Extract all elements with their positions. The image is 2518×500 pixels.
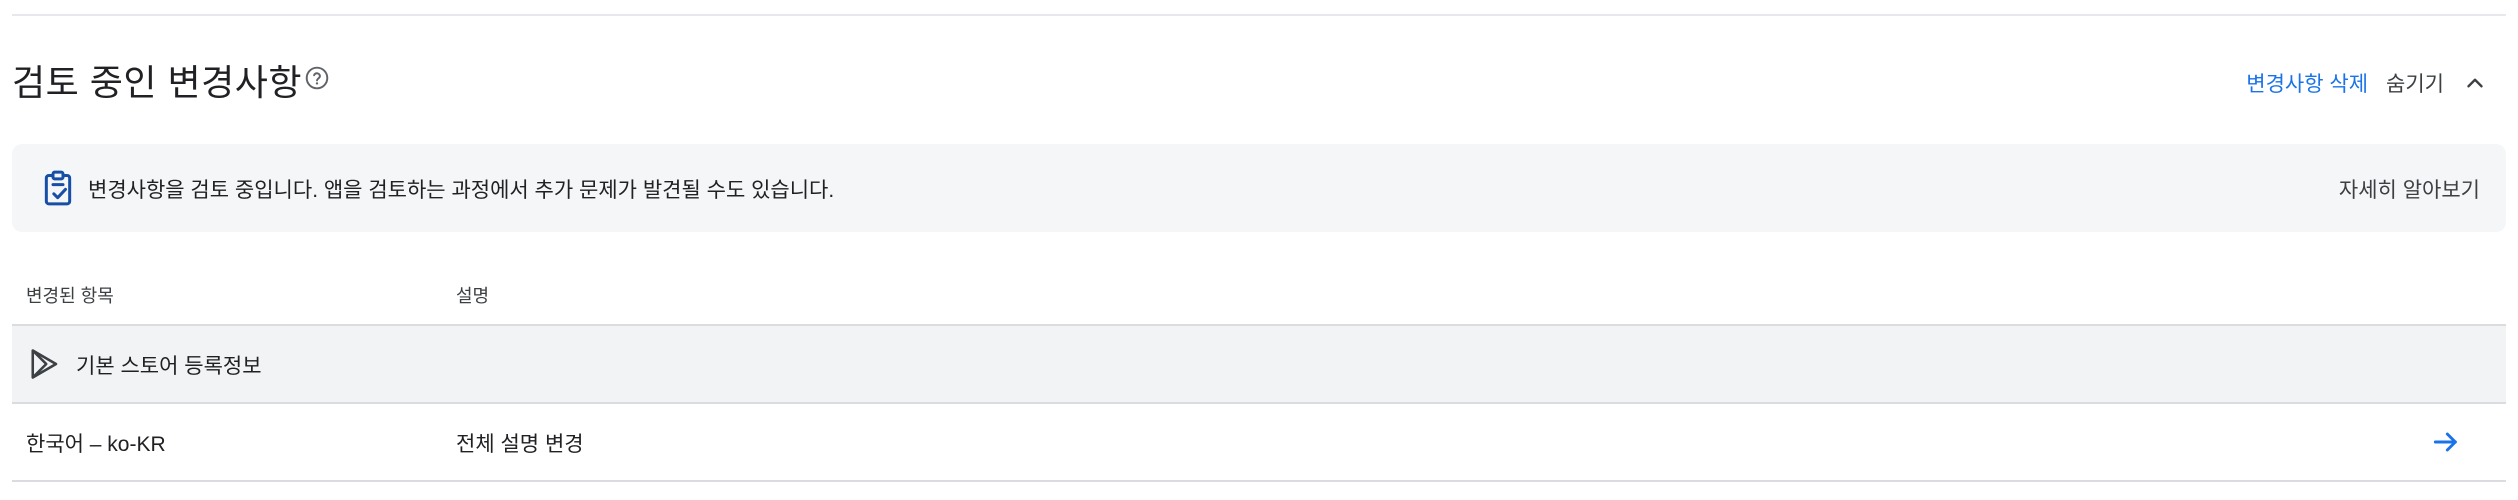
header-actions: 변경사항 삭제 숨기기 [2246, 68, 2506, 98]
arrow-forward-icon[interactable] [2430, 426, 2462, 458]
clipboard-check-icon [38, 168, 78, 208]
section-header: 검토 중인 변경사항 변경사항 삭제 숨기기 [12, 50, 2506, 110]
banner-message: 변경사항을 검토 중입니다. 앱을 검토하는 과정에서 추가 문제가 발견될 수… [88, 179, 835, 202]
chevron-up-icon [2462, 70, 2488, 96]
table-header: 변경된 항목 설명 [12, 270, 2506, 326]
google-play-icon [26, 346, 62, 382]
column-header-changed-item: 변경된 항목 [26, 286, 114, 306]
column-header-description: 설명 [456, 286, 490, 306]
learn-more-link[interactable]: 자세히 알아보기 [2339, 174, 2480, 204]
top-divider [12, 14, 2506, 16]
changes-table: 변경된 항목 설명 기본 스토어 등록정보 한국어 – ko-KR 전체 설명 … [12, 270, 2506, 482]
discard-changes-button[interactable]: 변경사항 삭제 [2246, 68, 2368, 98]
changed-item-cell: 한국어 – ko-KR [26, 433, 166, 456]
table-row[interactable]: 한국어 – ko-KR 전체 설명 변경 [12, 404, 2506, 482]
group-row-store-listing: 기본 스토어 등록정보 [12, 326, 2506, 404]
help-circle-icon[interactable] [304, 65, 330, 91]
group-label: 기본 스토어 등록정보 [76, 355, 262, 378]
hide-label: 숨기기 [2386, 73, 2444, 96]
review-info-banner: 변경사항을 검토 중입니다. 앱을 검토하는 과정에서 추가 문제가 발견될 수… [12, 144, 2506, 232]
hide-toggle-button[interactable]: 숨기기 [2386, 68, 2506, 98]
description-cell: 전체 설명 변경 [456, 433, 584, 456]
section-title: 검토 중인 변경사항 [12, 62, 302, 103]
